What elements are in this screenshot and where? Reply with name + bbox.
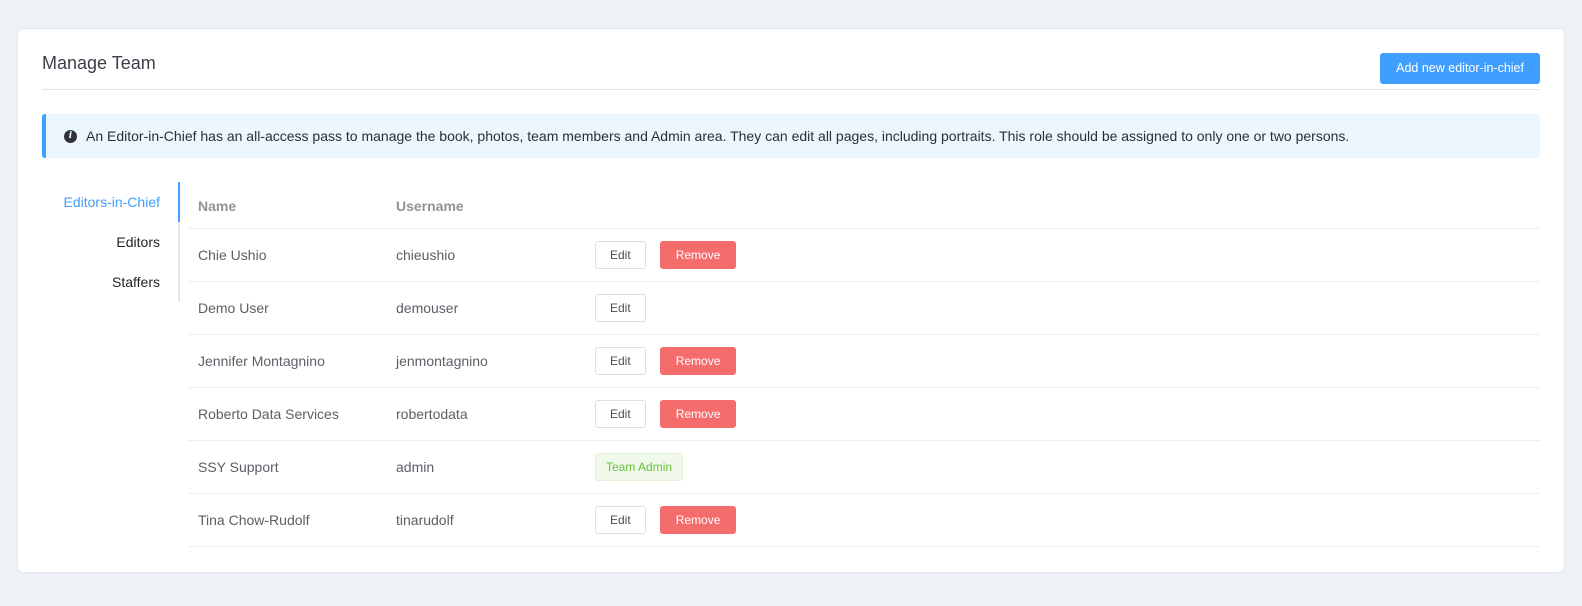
tab-staffers[interactable]: Staffers [112,262,160,302]
table-row: Demo User demouser Edit [188,282,1540,335]
member-name: Jennifer Montagnino [198,353,325,369]
table-row: Jennifer Montagnino jenmontagnino Edit R… [188,335,1540,388]
edit-button[interactable]: Edit [595,400,646,428]
member-name: Tina Chow-Rudolf [198,512,310,528]
row-actions: Edit Remove [595,347,737,375]
info-alert: i An Editor-in-Chief has an all-access p… [42,114,1540,158]
remove-button[interactable]: Remove [659,400,737,428]
member-name: Roberto Data Services [198,406,339,422]
column-header-name: Name [198,198,237,214]
member-username: demouser [396,300,459,316]
row-actions: Edit Remove [595,400,737,428]
remove-button[interactable]: Remove [659,506,737,534]
member-username: robertodata [396,406,468,422]
add-editor-in-chief-button[interactable]: Add new editor-in-chief [1380,53,1540,84]
member-name: Chie Ushio [198,247,267,263]
active-tab-indicator [178,182,180,222]
team-table: Name Username Chie Ushio chieushio Edit … [188,182,1540,547]
page-title: Manage Team [42,53,156,73]
member-username: tinarudolf [396,512,454,528]
tab-editors-in-chief[interactable]: Editors-in-Chief [64,182,160,222]
member-username: admin [396,459,435,475]
team-admin-badge: Team Admin [595,453,684,481]
row-actions: Edit [595,294,646,322]
info-circle-icon: i [64,129,77,143]
table-row: SSY Support admin Team Admin [188,441,1540,494]
card-header: Manage Team Add new editor-in-chief [42,29,1540,90]
table-header: Name Username [188,182,1540,229]
remove-button[interactable]: Remove [659,347,737,375]
member-name: Demo User [198,300,269,316]
row-actions: Team Admin [595,453,684,481]
edit-button[interactable]: Edit [595,294,646,322]
manage-team-card: Manage Team Add new editor-in-chief i An… [17,28,1565,573]
table-row: Roberto Data Services robertodata Edit R… [188,388,1540,441]
edit-button[interactable]: Edit [595,506,646,534]
role-tabs: Editors-in-Chief Editors Staffers [42,182,180,302]
table-row: Tina Chow-Rudolf tinarudolf Edit Remove [188,494,1540,547]
row-actions: Edit Remove [595,241,737,269]
member-name: SSY Support [198,459,279,475]
column-header-username: Username [396,198,464,214]
member-username: chieushio [396,247,456,263]
table-row: Chie Ushio chieushio Edit Remove [188,229,1540,282]
row-actions: Edit Remove [595,506,737,534]
remove-button[interactable]: Remove [659,241,737,269]
tab-editors[interactable]: Editors [116,222,160,262]
edit-button[interactable]: Edit [595,347,646,375]
info-alert-text: An Editor-in-Chief has an all-access pas… [86,128,1350,144]
member-username: jenmontagnino [396,353,488,369]
edit-button[interactable]: Edit [595,241,646,269]
